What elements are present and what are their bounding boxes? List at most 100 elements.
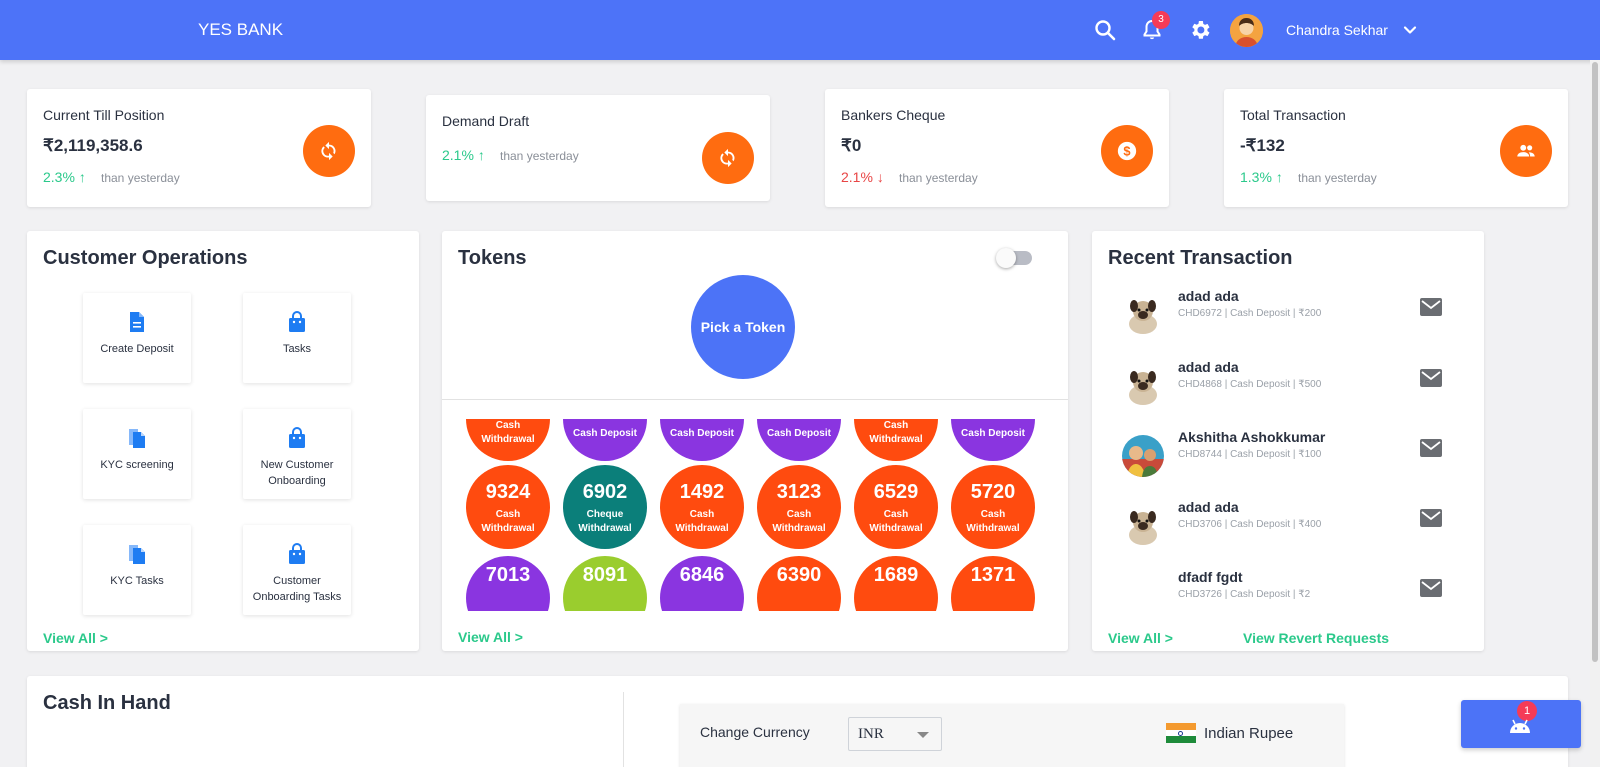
divider [442, 399, 1068, 400]
new-customer-onboarding-tile[interactable]: New Customer Onboarding [243, 409, 351, 499]
page-scrollbar[interactable] [1590, 60, 1600, 767]
view-revert-requests-link[interactable]: View Revert Requests [1243, 630, 1389, 646]
token-item[interactable]: Cash Withdrawal [854, 419, 938, 461]
stat-percent: 2.1% ↑ [442, 147, 485, 163]
scrollbar-thumb[interactable] [1592, 62, 1598, 662]
bag-icon [289, 311, 305, 332]
stat-value: -₹132 [1240, 136, 1285, 155]
token-1689[interactable]: 1689 [854, 556, 938, 611]
view-all-link[interactable]: View All > [1108, 630, 1173, 646]
token-3123[interactable]: 3123 Cash Withdrawal [757, 465, 841, 549]
tasks-tile[interactable]: Tasks [243, 293, 351, 383]
kyc-tasks-tile[interactable]: KYC Tasks [83, 525, 191, 615]
customer-onboarding-tasks-tile[interactable]: Customer Onboarding Tasks [243, 525, 351, 615]
token-number: 6529 [873, 481, 919, 503]
copy-icon [129, 545, 145, 564]
token-number: 6902 [582, 481, 628, 503]
token-type: Cash Withdrawal [772, 509, 826, 534]
transaction-row[interactable]: adad ada CHD3706 | Cash Deposit | ₹400 [1108, 499, 1448, 559]
search-icon[interactable] [1093, 18, 1117, 42]
tokens-panel: Tokens Pick a Token Cash Withdrawal Cash … [442, 231, 1068, 651]
token-8091[interactable]: 8091 [563, 556, 647, 611]
currency-name: Indian Rupee [1204, 725, 1294, 742]
stat-value: ₹2,119,358.6 [43, 136, 143, 155]
user-avatar[interactable] [1230, 14, 1263, 47]
transaction-row[interactable]: dfadf fgdt CHD3726 | Cash Deposit | ₹2 [1108, 569, 1448, 629]
token-type: Cash Deposit [573, 428, 637, 439]
mail-icon[interactable] [1420, 369, 1442, 387]
token-grid[interactable]: Cash Withdrawal Cash Deposit Cash Deposit C… [442, 419, 1068, 611]
token-6529[interactable]: 6529 Cash Withdrawal [854, 465, 938, 549]
token-type: Cash Deposit [767, 428, 831, 439]
token-1371[interactable]: 1371 [951, 556, 1035, 611]
document-icon [130, 312, 144, 332]
refresh-icon[interactable] [702, 132, 754, 184]
brand-logo[interactable]: YES BANK [198, 20, 283, 40]
notification-count-badge: 3 [1152, 11, 1170, 29]
bag-icon [289, 543, 305, 564]
tile-label: KYC screening [100, 459, 174, 471]
transaction-name: adad ada [1178, 288, 1239, 304]
token-item[interactable]: Cash Deposit [951, 419, 1035, 461]
token-6390[interactable]: 6390 [757, 556, 841, 611]
refresh-icon[interactable] [303, 125, 355, 177]
stat-title: Total Transaction [1240, 107, 1346, 123]
chevron-down-icon[interactable] [1400, 20, 1420, 40]
stat-percent: 2.1% ↓ [841, 169, 884, 185]
mail-icon[interactable] [1420, 439, 1442, 457]
view-all-link[interactable]: View All > [43, 630, 108, 646]
mail-icon[interactable] [1420, 509, 1442, 527]
top-bar: YES BANK 3 Chandra Sekhar [0, 0, 1600, 60]
transaction-row[interactable]: adad ada CHD4868 | Cash Deposit | ₹500 [1108, 359, 1448, 419]
token-9324[interactable]: 9324 Cash Withdrawal [466, 465, 550, 549]
token-number: 1689 [873, 564, 919, 586]
currency-code: INR [858, 726, 884, 742]
transaction-detail: CHD3726 | Cash Deposit | ₹2 [1178, 589, 1311, 600]
currency-select[interactable]: INR [848, 717, 942, 751]
token-6846[interactable]: 6846 [660, 556, 744, 611]
token-number: 3123 [776, 481, 822, 503]
token-number: 9324 [485, 481, 531, 503]
transaction-row[interactable]: adad ada CHD6972 | Cash Deposit | ₹200 [1108, 288, 1448, 348]
arrow-up-icon: ↑ [477, 147, 485, 163]
create-deposit-tile[interactable]: Create Deposit [83, 293, 191, 383]
cash-in-hand-title: Cash In Hand [43, 692, 171, 714]
token-number: 6390 [776, 564, 822, 586]
token-item[interactable]: Cash Deposit [660, 419, 744, 461]
kyc-screening-tile[interactable]: KYC screening [83, 409, 191, 499]
divider [623, 692, 624, 767]
tokens-toggle[interactable] [996, 248, 1032, 268]
transaction-avatar [1122, 435, 1164, 477]
mail-icon[interactable] [1420, 579, 1442, 597]
android-fab-button[interactable]: 1 [1461, 700, 1581, 748]
pick-token-button[interactable]: Pick a Token [691, 275, 795, 379]
stat-title: Demand Draft [442, 113, 530, 129]
gear-icon[interactable] [1188, 18, 1212, 42]
token-type: Cash Withdrawal [481, 509, 535, 534]
token-1492[interactable]: 1492 Cash Withdrawal [660, 465, 744, 549]
token-item[interactable]: Cash Deposit [563, 419, 647, 461]
mail-icon[interactable] [1420, 298, 1442, 316]
stat-compare-text: than yesterday [899, 171, 978, 185]
copy-icon [129, 429, 145, 448]
token-7013[interactable]: 7013 [466, 556, 550, 611]
toggle-knob[interactable] [996, 248, 1016, 268]
token-5720[interactable]: 5720 Cash Withdrawal [951, 465, 1035, 549]
token-item[interactable]: Cash Withdrawal [466, 419, 550, 461]
user-name[interactable]: Chandra Sekhar [1286, 22, 1388, 38]
transaction-row[interactable]: Akshitha Ashokkumar CHD8744 | Cash Deposi… [1108, 429, 1448, 489]
tile-label: Tasks [282, 343, 312, 355]
stat-card-till-position: Current Till Position ₹2,119,358.6 2.3% … [27, 89, 371, 207]
token-type: Cash Deposit [961, 428, 1025, 439]
customer-operations-title: Customer Operations [43, 247, 248, 269]
token-item[interactable]: Cash Deposit [757, 419, 841, 461]
token-number: 7013 [485, 564, 531, 586]
dollar-icon[interactable]: $ [1101, 125, 1153, 177]
token-number: 1492 [679, 481, 725, 503]
token-type: Cash Withdrawal [481, 420, 535, 445]
people-icon[interactable] [1500, 125, 1552, 177]
token-6902[interactable]: 6902 Cheque Withdrawal [563, 465, 647, 549]
stat-title: Current Till Position [43, 107, 165, 123]
stat-card-bankers-cheque: Bankers Cheque ₹0 2.1% ↓ than yesterday … [825, 89, 1169, 207]
view-all-link[interactable]: View All > [458, 629, 523, 645]
